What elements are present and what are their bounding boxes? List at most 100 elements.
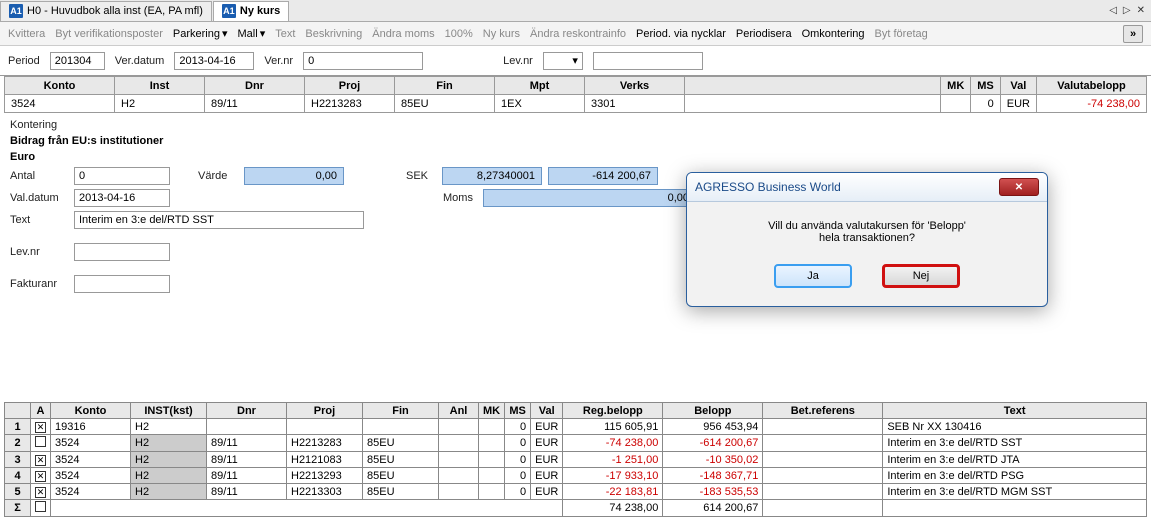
cell-proj[interactable]: H2213283 [287, 435, 363, 452]
cell-val[interactable]: EUR [531, 435, 563, 452]
cell-fin[interactable]: 85EU [363, 468, 439, 484]
menu-mall[interactable]: Mall▾ [238, 27, 266, 40]
col-ms[interactable]: MS [971, 77, 1001, 95]
cell-ms[interactable]: 0 [505, 435, 531, 452]
cell-anl[interactable] [439, 484, 479, 500]
col-proj[interactable]: Proj [305, 77, 395, 95]
menu-byt-verifikationsposter[interactable]: Byt verifikationsposter [55, 28, 163, 40]
cell-val[interactable]: EUR [531, 468, 563, 484]
cell-konto[interactable]: 3524 [51, 484, 131, 500]
cell-konto[interactable]: 19316 [51, 419, 131, 435]
tab-ny-kurs[interactable]: A1 Ny kurs [213, 1, 289, 21]
row-checkbox[interactable] [31, 452, 51, 468]
fakturanr-input[interactable] [74, 275, 170, 293]
cell-ms[interactable]: 0 [505, 419, 531, 435]
cell-betref[interactable] [763, 484, 883, 500]
bcol-fin[interactable]: Fin [363, 403, 439, 419]
cell-betref[interactable] [763, 452, 883, 468]
cell-fin[interactable] [363, 419, 439, 435]
col-dnr[interactable]: Dnr [205, 77, 305, 95]
cell-reg[interactable]: -17 933,10 [563, 468, 663, 484]
cell-inst[interactable]: H2 [131, 419, 207, 435]
table-row[interactable]: 53524H289/11H221330385EU0EUR-22 183,81-1… [5, 484, 1147, 500]
col-mk[interactable]: MK [941, 77, 971, 95]
bcol-konto[interactable]: Konto [51, 403, 131, 419]
cell-anl[interactable] [439, 452, 479, 468]
bcol-text[interactable]: Text [883, 403, 1147, 419]
tab-next-icon[interactable]: ▷ [1121, 5, 1133, 16]
cell-text[interactable]: Interim en 3:e del/RTD PSG [883, 468, 1147, 484]
levnr-input[interactable] [593, 52, 703, 70]
cell-reg[interactable]: -22 183,81 [563, 484, 663, 500]
menu-more-icon[interactable]: » [1123, 25, 1143, 43]
period-input[interactable] [50, 52, 105, 70]
bcol-betreferens[interactable]: Bet.referens [763, 403, 883, 419]
cell-anl[interactable] [439, 435, 479, 452]
cell-proj[interactable]: H2213303 [287, 484, 363, 500]
bcol-a[interactable]: A [31, 403, 51, 419]
cell-mk[interactable] [479, 484, 505, 500]
menu-parkering[interactable]: Parkering▾ [173, 27, 228, 40]
menu-omkontering[interactable]: Omkontering [802, 28, 865, 40]
bcol-ms[interactable]: MS [505, 403, 531, 419]
cell-mk[interactable] [941, 95, 971, 113]
cell-reg[interactable]: -1 251,00 [563, 452, 663, 468]
cell-dnr[interactable]: 89/11 [207, 435, 287, 452]
cell-konto[interactable]: 3524 [51, 435, 131, 452]
bcol-dnr[interactable]: Dnr [207, 403, 287, 419]
cell-dnr[interactable] [207, 419, 287, 435]
col-verks[interactable]: Verks [585, 77, 685, 95]
cell-proj[interactable]: H2213293 [287, 468, 363, 484]
cell-mpt[interactable]: 1EX [495, 95, 585, 113]
valdatum-input[interactable] [74, 189, 170, 207]
col-konto[interactable]: Konto [5, 77, 115, 95]
bcol-belopp[interactable]: Belopp [663, 403, 763, 419]
cell-dnr[interactable]: 89/11 [207, 468, 287, 484]
text-input[interactable] [74, 211, 364, 229]
bcol-regbelopp[interactable]: Reg.belopp [563, 403, 663, 419]
bcol-val[interactable]: Val [531, 403, 563, 419]
cell-dnr[interactable]: 89/11 [207, 452, 287, 468]
cell-ms[interactable]: 0 [505, 452, 531, 468]
ja-button[interactable]: Ja [774, 264, 852, 288]
close-icon[interactable]: ✕ [999, 178, 1039, 196]
menu-ny-kurs[interactable]: Ny kurs [483, 28, 520, 40]
antal-input[interactable] [74, 167, 170, 185]
cell-mk[interactable] [479, 419, 505, 435]
cell-proj[interactable]: H2121083 [287, 452, 363, 468]
cell-bel[interactable]: -614 200,67 [663, 435, 763, 452]
table-row[interactable]: 119316H20EUR115 605,91956 453,94SEB Nr X… [5, 419, 1147, 435]
cell-fin[interactable]: 85EU [395, 95, 495, 113]
cell-dnr[interactable]: 89/11 [207, 484, 287, 500]
cell-mk[interactable] [479, 468, 505, 484]
levnr-input2[interactable] [74, 243, 170, 261]
cell-fin[interactable]: 85EU [363, 452, 439, 468]
bcol-anl[interactable]: Anl [439, 403, 479, 419]
cell-text[interactable]: SEB Nr XX 130416 [883, 419, 1147, 435]
cell-bel[interactable]: -148 367,71 [663, 468, 763, 484]
top-grid-row[interactable]: 3524 H2 89/11 H2213283 85EU 1EX 3301 0 E… [5, 95, 1147, 113]
cell-inst[interactable]: H2 [131, 468, 207, 484]
cell-mk[interactable] [479, 435, 505, 452]
row-checkbox[interactable] [31, 484, 51, 500]
menu-period-via-nycklar[interactable]: Period. via nycklar [636, 28, 726, 40]
row-checkbox[interactable] [31, 468, 51, 484]
table-row[interactable]: 23524H289/11H221328385EU0EUR-74 238,00-6… [5, 435, 1147, 452]
table-row[interactable]: 33524H289/11H212108385EU0EUR-1 251,00-10… [5, 452, 1147, 468]
bcol-inst[interactable]: INST(kst) [131, 403, 207, 419]
verdatum-input[interactable] [174, 52, 254, 70]
col-val[interactable]: Val [1000, 77, 1036, 95]
cell-val[interactable]: EUR [1000, 95, 1036, 113]
row-checkbox[interactable] [31, 419, 51, 435]
cell-bel[interactable]: -10 350,02 [663, 452, 763, 468]
cell-val[interactable]: EUR [531, 484, 563, 500]
cell-konto[interactable]: 3524 [5, 95, 115, 113]
cell-fin[interactable]: 85EU [363, 484, 439, 500]
cell-verks[interactable]: 3301 [585, 95, 685, 113]
col-valutabelopp[interactable]: Valutabelopp [1037, 77, 1147, 95]
cell-val[interactable]: EUR [531, 452, 563, 468]
cell-konto[interactable]: 3524 [51, 452, 131, 468]
menu-byt-foretag[interactable]: Byt företag [875, 28, 928, 40]
cell-inst[interactable]: H2 [131, 484, 207, 500]
cell-betref[interactable] [763, 419, 883, 435]
